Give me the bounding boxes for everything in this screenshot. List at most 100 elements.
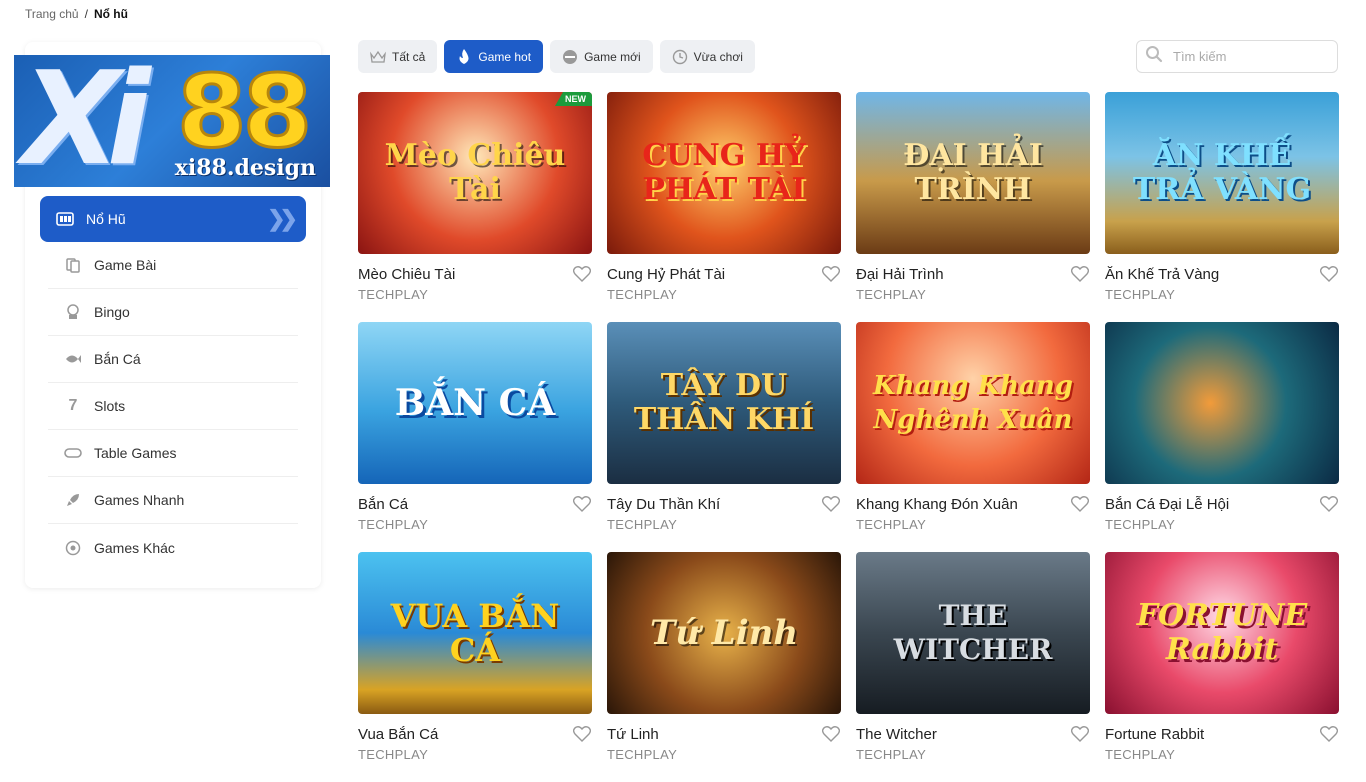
- game-name[interactable]: Đại Hải Trình: [856, 266, 944, 283]
- heart-icon[interactable]: [821, 494, 841, 514]
- rocket-icon: [64, 491, 82, 509]
- cards-icon: [64, 256, 82, 274]
- sidebar-item-label: Games Nhanh: [94, 492, 185, 508]
- tab-game-moi[interactable]: Game mới: [550, 40, 653, 73]
- game-thumbnail[interactable]: Tứ Linh: [607, 552, 841, 714]
- game-card[interactable]: ĂN KHẾ TRẢ VÀNG Ăn Khế Trả Vàng TECHPLAY: [1105, 92, 1339, 322]
- game-card[interactable]: CUNG HỶ PHÁT TÀI Cung Hỷ Phát Tài TECHPL…: [607, 92, 841, 322]
- game-name[interactable]: Mèo Chiêu Tài: [358, 266, 455, 283]
- heart-icon[interactable]: [821, 724, 841, 744]
- tab-vua-choi[interactable]: Vừa chơi: [659, 40, 755, 73]
- game-provider: TECHPLAY: [358, 747, 429, 762]
- game-thumbnail[interactable]: TÂY DU THẦN KHÍ: [607, 322, 841, 484]
- breadcrumb-current: Nổ hũ: [93, 7, 128, 21]
- fish-icon: [64, 350, 82, 368]
- sidebar-item-label: Slots: [94, 398, 126, 414]
- game-thumbnail[interactable]: CUNG HỶ PHÁT TÀI: [607, 92, 841, 254]
- table-icon: [64, 444, 82, 462]
- game-name[interactable]: Bắn Cá: [358, 496, 408, 513]
- game-thumbnail[interactable]: VUA BẮN CÁ: [358, 552, 592, 714]
- game-art-title: TÂY DU THẦN KHÍ: [633, 368, 815, 437]
- sidebar-item-slots[interactable]: 7 Slots: [48, 383, 298, 430]
- game-card[interactable]: TÂY DU THẦN KHÍ Tây Du Thần Khí TECHPLAY: [607, 322, 841, 552]
- game-name[interactable]: Cung Hỷ Phát Tài: [607, 266, 725, 283]
- search-icon: [1145, 45, 1163, 68]
- game-name[interactable]: Ăn Khế Trả Vàng: [1105, 266, 1219, 283]
- game-art-title: Mèo Chiêu Tài: [384, 138, 566, 207]
- seven-icon: 7: [68, 397, 78, 414]
- game-provider: TECHPLAY: [607, 517, 678, 532]
- game-provider: TECHPLAY: [358, 287, 429, 302]
- breadcrumb: Trang chủ / Nổ hũ: [25, 7, 128, 21]
- game-name[interactable]: Tứ Linh: [607, 726, 659, 743]
- game-card[interactable]: BẮN CÁ Bắn Cá TECHPLAY: [358, 322, 592, 552]
- logo-domain: xi88.design: [174, 155, 316, 181]
- game-name[interactable]: Tây Du Thần Khí: [607, 496, 720, 513]
- game-name[interactable]: Vua Bắn Cá: [358, 726, 438, 743]
- game-thumbnail[interactable]: ĂN KHẾ TRẢ VÀNG: [1105, 92, 1339, 254]
- filter-tabs: Tất cả Game hot Game mới Vừa chơi: [358, 40, 755, 73]
- game-card[interactable]: FORTUNE Rabbit Fortune Rabbit TECHPLAY: [1105, 552, 1339, 782]
- game-art-title: VUA BẮN CÁ: [390, 597, 560, 669]
- tab-label: Game mới: [584, 49, 641, 64]
- tab-game-hot[interactable]: Game hot: [444, 40, 544, 73]
- game-provider: TECHPLAY: [856, 287, 927, 302]
- heart-icon[interactable]: [572, 264, 592, 284]
- heart-icon[interactable]: [1070, 494, 1090, 514]
- game-art-title: Tứ Linh: [649, 613, 799, 653]
- game-provider: TECHPLAY: [1105, 287, 1176, 302]
- game-provider: TECHPLAY: [607, 747, 678, 762]
- sidebar-item-table-games[interactable]: Table Games: [48, 430, 298, 477]
- breadcrumb-home-link[interactable]: Trang chủ: [25, 7, 79, 21]
- site-logo[interactable]: Xi 88 xi88.design: [14, 55, 330, 187]
- game-thumbnail[interactable]: ĐẠI HẢI TRÌNH: [856, 92, 1090, 254]
- game-card[interactable]: Tứ Linh Tứ Linh TECHPLAY: [607, 552, 841, 782]
- game-name[interactable]: Khang Khang Đón Xuân: [856, 496, 1018, 513]
- sidebar-item-label: Table Games: [94, 445, 177, 461]
- game-name[interactable]: Fortune Rabbit: [1105, 726, 1204, 743]
- sidebar-item-ban-ca[interactable]: Bắn Cá: [48, 336, 298, 383]
- game-card[interactable]: Khang Khang Nghênh Xuân Khang Khang Đón …: [856, 322, 1090, 552]
- heart-icon[interactable]: [572, 724, 592, 744]
- game-thumbnail[interactable]: THE WITCHER: [856, 552, 1090, 714]
- clock-icon: [672, 49, 688, 65]
- bingo-icon: [64, 303, 82, 321]
- heart-icon[interactable]: [572, 494, 592, 514]
- logo-mark: Xi: [22, 55, 151, 187]
- sidebar-item-label: Game Bài: [94, 257, 157, 273]
- heart-icon[interactable]: [1070, 724, 1090, 744]
- heart-icon[interactable]: [1070, 264, 1090, 284]
- game-provider: TECHPLAY: [358, 517, 429, 532]
- logo-number: 88: [175, 55, 313, 170]
- heart-icon[interactable]: [821, 264, 841, 284]
- search-input[interactable]: [1173, 49, 1323, 64]
- heart-icon[interactable]: [1319, 494, 1339, 514]
- slot-machine-icon: [56, 210, 74, 228]
- game-grid: Mèo Chiêu Tài NEW Mèo Chiêu Tài TECHPLAY…: [358, 92, 1339, 782]
- sidebar-item-label: Bắn Cá: [94, 351, 141, 367]
- sidebar-item-game-bai[interactable]: Game Bài: [48, 242, 298, 289]
- game-thumbnail[interactable]: BẮN CÁ: [358, 322, 592, 484]
- game-provider: TECHPLAY: [1105, 747, 1176, 762]
- sidebar-item-no-hu[interactable]: Nổ Hũ ❯❯: [40, 196, 306, 242]
- game-card[interactable]: VUA BẮN CÁ Vua Bắn Cá TECHPLAY: [358, 552, 592, 782]
- game-card[interactable]: ĐẠI HẢI TRÌNH Đại Hải Trình TECHPLAY: [856, 92, 1090, 322]
- game-card[interactable]: Bắn Cá Đại Lễ Hội TECHPLAY: [1105, 322, 1339, 552]
- heart-icon[interactable]: [1319, 264, 1339, 284]
- new-icon: [562, 49, 578, 65]
- game-card[interactable]: THE WITCHER The Witcher TECHPLAY: [856, 552, 1090, 782]
- game-name[interactable]: Bắn Cá Đại Lễ Hội: [1105, 496, 1229, 513]
- sidebar-item-games-nhanh[interactable]: Games Nhanh: [48, 477, 298, 524]
- tab-tat-ca[interactable]: Tất cả: [358, 40, 438, 73]
- heart-icon[interactable]: [1319, 724, 1339, 744]
- game-thumbnail[interactable]: [1105, 322, 1339, 484]
- game-card[interactable]: Mèo Chiêu Tài NEW Mèo Chiêu Tài TECHPLAY: [358, 92, 592, 322]
- sidebar-item-games-khac[interactable]: Games Khác: [48, 524, 298, 571]
- game-thumbnail[interactable]: FORTUNE Rabbit: [1105, 552, 1339, 714]
- game-name[interactable]: The Witcher: [856, 726, 937, 743]
- game-thumbnail[interactable]: Mèo Chiêu Tài NEW: [358, 92, 592, 254]
- game-thumbnail[interactable]: Khang Khang Nghênh Xuân: [856, 322, 1090, 484]
- game-art-title: BẮN CÁ: [394, 382, 556, 424]
- tab-label: Tất cả: [392, 49, 426, 64]
- sidebar-item-bingo[interactable]: Bingo: [48, 289, 298, 336]
